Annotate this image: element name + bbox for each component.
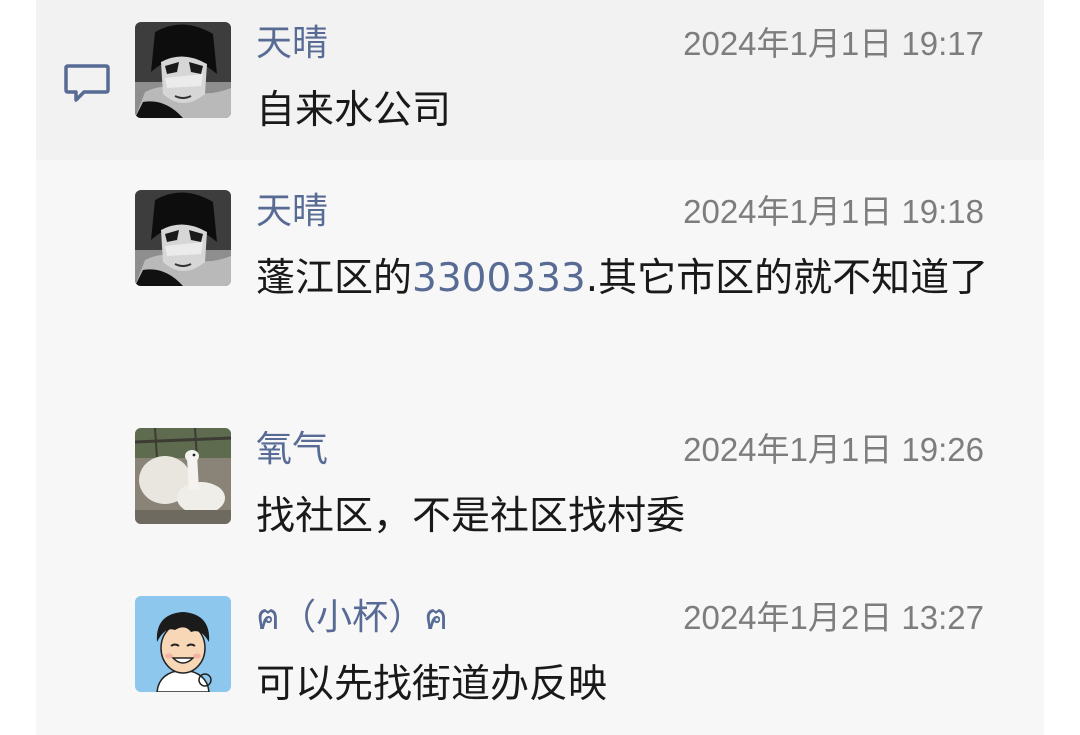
- message-text: 找社区，不是社区找村委: [256, 494, 686, 539]
- sender-name[interactable]: 天晴: [256, 190, 328, 234]
- message-text: 蓬江区的3300333.其它市区的就不知道了: [256, 248, 991, 310]
- message-timestamp: 2024年1月1日 19:18: [683, 193, 984, 230]
- message-text-part: .其它市区的就不知道了: [585, 256, 989, 301]
- avatar[interactable]: [135, 190, 231, 286]
- message-text-part: 蓬江区的: [256, 256, 413, 301]
- message-timestamp: 2024年1月2日 13:27: [683, 599, 984, 636]
- phone-number-link[interactable]: 3300333: [412, 256, 586, 301]
- message-timestamp: 2024年1月1日 19:26: [683, 431, 984, 468]
- avatar[interactable]: [135, 428, 231, 524]
- message-text: 自来水公司: [256, 88, 452, 133]
- comments-panel: 天晴 2024年1月1日 19:17 自来水公司 天晴 2024年1月1日 19…: [36, 0, 1044, 735]
- comment-bubble-icon[interactable]: [62, 60, 112, 106]
- sender-name[interactable]: 天晴: [256, 22, 328, 66]
- message-text: 可以先找街道办反映: [256, 662, 608, 707]
- avatar[interactable]: [135, 22, 231, 118]
- message-timestamp: 2024年1月1日 19:17: [683, 25, 984, 62]
- sender-name[interactable]: ฅ（小杯）ฅ: [256, 596, 448, 640]
- sender-name[interactable]: 氧气: [256, 428, 328, 472]
- avatar[interactable]: [135, 596, 231, 692]
